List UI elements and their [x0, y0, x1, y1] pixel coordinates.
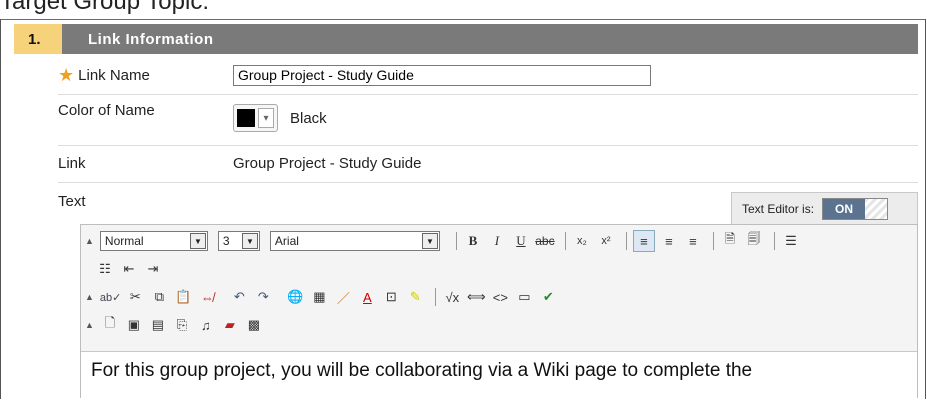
copy-icon[interactable]: ⧉ — [149, 287, 169, 307]
link-label: Link — [58, 154, 86, 172]
special-character-icon[interactable]: ⊡ — [381, 287, 401, 307]
outdent-icon[interactable]: ⇤ — [119, 259, 139, 279]
toolbar-separator — [625, 232, 627, 250]
toolbar-row-2: ☷ ⇤ ⇥ — [95, 257, 167, 281]
ltr-rtl-icon[interactable]: ⟺ — [466, 287, 486, 307]
toolbar-row-1: ▲ Normal ▼ 3 ▼ Arial ▼ B I U abc x₂ x² ≡… — [85, 229, 805, 253]
link-name-row: ★ Link Name — [58, 61, 918, 89]
superscript-icon[interactable]: x² — [596, 231, 616, 251]
font-family-select[interactable]: Arial ▼ — [269, 231, 440, 251]
text-editor-toggle-area: Text Editor is: ON — [731, 192, 918, 224]
link-name-input[interactable] — [233, 64, 651, 86]
chevron-down-icon: ▼ — [241, 233, 258, 249]
link-name-label: ★ Link Name — [58, 65, 150, 85]
collapse-toolbar-icon[interactable]: ▲ — [85, 236, 94, 246]
divider — [58, 145, 918, 146]
rich-text-editor: ▲ Normal ▼ 3 ▼ Arial ▼ B I U abc x₂ x² ≡… — [80, 224, 918, 400]
insert-media-icon[interactable]: ▤ — [148, 315, 168, 335]
toolbar-row-4: ▲ 🗋 ▣ ▤ ⎘ ♫ ▰ ▩ — [85, 313, 268, 337]
toolbar-separator — [435, 288, 437, 306]
text-editor-label: Text Editor is: — [742, 201, 815, 216]
color-picker-button[interactable]: ▾ — [233, 104, 278, 132]
subscript-icon[interactable]: x₂ — [572, 231, 592, 251]
draw-line-icon[interactable]: ／ — [333, 287, 353, 307]
text-color-icon[interactable]: A — [357, 287, 377, 307]
remove-link-icon[interactable]: ⇎ — [197, 287, 217, 307]
table-icon[interactable]: ▦ — [309, 287, 329, 307]
toolbar-row-3: ▲ ab✓ ✂ ⧉ 📋 ⇎ ↶ ↷ 🌐 ▦ ／ A ⊡ ✎ √x ⟺ <> ▭ … — [85, 285, 562, 309]
underline-icon[interactable]: U — [511, 231, 531, 251]
frame-right-edge — [925, 19, 926, 399]
color-swatch — [237, 109, 255, 127]
undo-icon[interactable]: ↶ — [229, 287, 249, 307]
font-size-select[interactable]: 3 ▼ — [217, 231, 260, 251]
numbered-list-icon[interactable]: ☰ — [781, 231, 801, 251]
paste-icon[interactable]: 📋 — [173, 287, 193, 307]
align-center-icon[interactable]: ≡ — [659, 231, 679, 251]
color-of-name-row: Color of Name ▾ Black — [58, 100, 918, 140]
step-title: Link Information — [62, 24, 918, 54]
insert-flash-icon[interactable]: ▰ — [220, 315, 240, 335]
bold-icon[interactable]: B — [463, 231, 483, 251]
insert-file-icon[interactable]: 🗋 — [100, 315, 120, 335]
divider — [58, 94, 918, 95]
toggle-off-state — [865, 198, 888, 219]
toolbar-separator — [455, 232, 457, 250]
align-left-icon[interactable]: ≡ — [632, 230, 655, 252]
link-value: Group Project - Study Guide — [233, 154, 422, 172]
color-of-name-label: Color of Name — [58, 102, 155, 119]
required-star-icon: ★ — [58, 65, 75, 85]
math-formula-icon[interactable]: √x — [442, 287, 462, 307]
text-editor-toggle[interactable]: ON — [822, 197, 889, 220]
align-right-icon[interactable]: ≡ — [683, 231, 703, 251]
fullscreen-icon[interactable]: ▭ — [514, 287, 534, 307]
indent-icon[interactable]: ⇥ — [143, 259, 163, 279]
highlight-icon[interactable]: ✎ — [405, 287, 425, 307]
collapse-toolbar-icon[interactable]: ▲ — [85, 292, 94, 302]
insert-template-icon[interactable]: ▩ — [244, 315, 264, 335]
toolbar-separator — [773, 232, 775, 250]
cut-icon[interactable]: ✂ — [125, 287, 145, 307]
toggle-on-state: ON — [823, 198, 866, 219]
collapse-toolbar-icon[interactable]: ▲ — [85, 320, 94, 330]
toolbar-separator — [712, 232, 714, 250]
strikethrough-icon[interactable]: abc — [535, 231, 555, 251]
preview-icon[interactable]: ✔ — [538, 287, 558, 307]
editor-content-text: For this group project, you will be coll… — [91, 360, 753, 381]
insert-image-icon[interactable]: ▣ — [124, 315, 144, 335]
divider — [58, 182, 918, 183]
chevron-down-icon: ▼ — [189, 233, 206, 249]
chevron-down-icon: ▾ — [258, 108, 274, 128]
text-label: Text — [58, 192, 86, 210]
link-row: Link Group Project - Study Guide — [58, 151, 918, 175]
insert-mashup-icon[interactable]: ⎘ — [172, 315, 192, 335]
page-partial-heading: Target Group Topic: — [0, 0, 210, 15]
italic-icon[interactable]: I — [487, 231, 507, 251]
insert-audio-icon[interactable]: ♫ — [196, 315, 216, 335]
bulleted-list-icon[interactable]: ☷ — [95, 259, 115, 279]
format-select[interactable]: Normal ▼ — [99, 231, 208, 251]
frame-left-edge — [0, 19, 1, 399]
step-header: 1. Link Information — [14, 24, 918, 54]
find-icon[interactable]: 🗎 — [720, 231, 740, 251]
spellcheck-icon[interactable]: ab✓ — [100, 287, 121, 307]
redo-icon[interactable]: ↷ — [253, 287, 273, 307]
chevron-down-icon: ▼ — [421, 233, 438, 249]
link-globe-icon[interactable]: 🌐 — [285, 287, 305, 307]
color-name-value: Black — [290, 109, 327, 127]
toolbar-separator — [564, 232, 566, 250]
step-number: 1. — [14, 24, 62, 54]
editor-content-area[interactable]: For this group project, you will be coll… — [81, 351, 917, 400]
html-code-icon[interactable]: <> — [490, 287, 510, 307]
replace-icon[interactable]: 🗐 — [744, 231, 764, 251]
